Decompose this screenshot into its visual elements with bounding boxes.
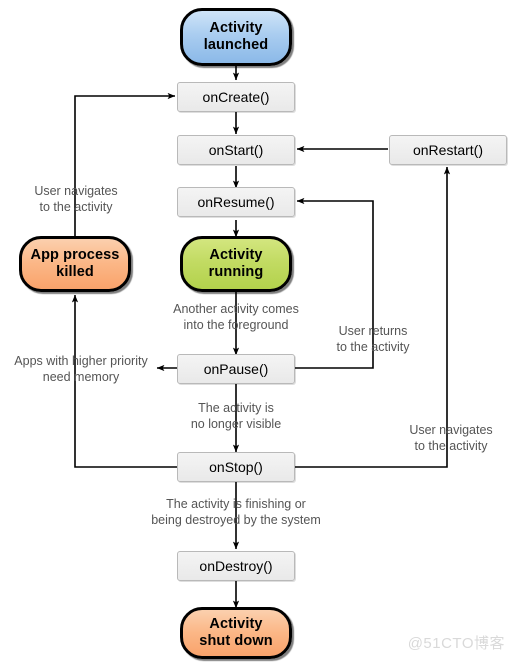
node-on-restart-label: onRestart() bbox=[412, 141, 484, 158]
node-on-start-label: onStart() bbox=[208, 141, 264, 158]
node-on-restart[interactable]: onRestart() bbox=[389, 135, 507, 165]
node-activity-shut-down-label: Activity shut down bbox=[199, 616, 273, 649]
node-activity-shut-down[interactable]: Activity shut down bbox=[180, 607, 292, 659]
node-on-create-label: onCreate() bbox=[202, 88, 270, 105]
node-on-stop-label: onStop() bbox=[209, 458, 263, 475]
node-activity-running[interactable]: Activity running bbox=[180, 236, 292, 292]
edge-label-user-navigates-left: User navigates to the activity bbox=[34, 184, 118, 214]
edge-label-user-navigates-right: User navigates to the activity bbox=[409, 423, 493, 453]
node-on-create[interactable]: onCreate() bbox=[177, 82, 295, 112]
node-app-process-killed[interactable]: App process killed bbox=[19, 236, 131, 292]
node-on-destroy-label: onDestroy() bbox=[199, 557, 273, 574]
node-on-pause-label: onPause() bbox=[203, 360, 269, 377]
edge-label-another-activity-foreground: Another activity comes into the foregroun… bbox=[173, 302, 299, 332]
node-activity-launched[interactable]: Activity launched bbox=[180, 8, 292, 66]
node-on-resume-label: onResume() bbox=[197, 193, 275, 210]
watermark: @51CTO博客 bbox=[407, 635, 505, 652]
node-on-resume[interactable]: onResume() bbox=[177, 187, 295, 217]
node-on-stop[interactable]: onStop() bbox=[177, 452, 295, 482]
edge-label-apps-higher-priority: Apps with higher priority need memory bbox=[14, 354, 148, 384]
activity-lifecycle-diagram: Activity launched onCreate() onStart() on… bbox=[0, 0, 513, 663]
node-activity-running-label: Activity running bbox=[208, 247, 264, 280]
edge-appkilled-to-oncreate bbox=[74, 92, 176, 236]
node-on-pause[interactable]: onPause() bbox=[177, 354, 295, 384]
edge-label-no-longer-visible: The activity is no longer visible bbox=[190, 401, 282, 431]
node-on-start[interactable]: onStart() bbox=[177, 135, 295, 165]
node-activity-launched-label: Activity launched bbox=[203, 20, 269, 53]
edge-label-finishing-destroyed: The activity is finishing or being destro… bbox=[151, 497, 321, 527]
node-on-destroy[interactable]: onDestroy() bbox=[177, 551, 295, 581]
edge-label-user-returns: User returns to the activity bbox=[336, 324, 410, 354]
node-app-process-killed-label: App process killed bbox=[30, 247, 120, 280]
